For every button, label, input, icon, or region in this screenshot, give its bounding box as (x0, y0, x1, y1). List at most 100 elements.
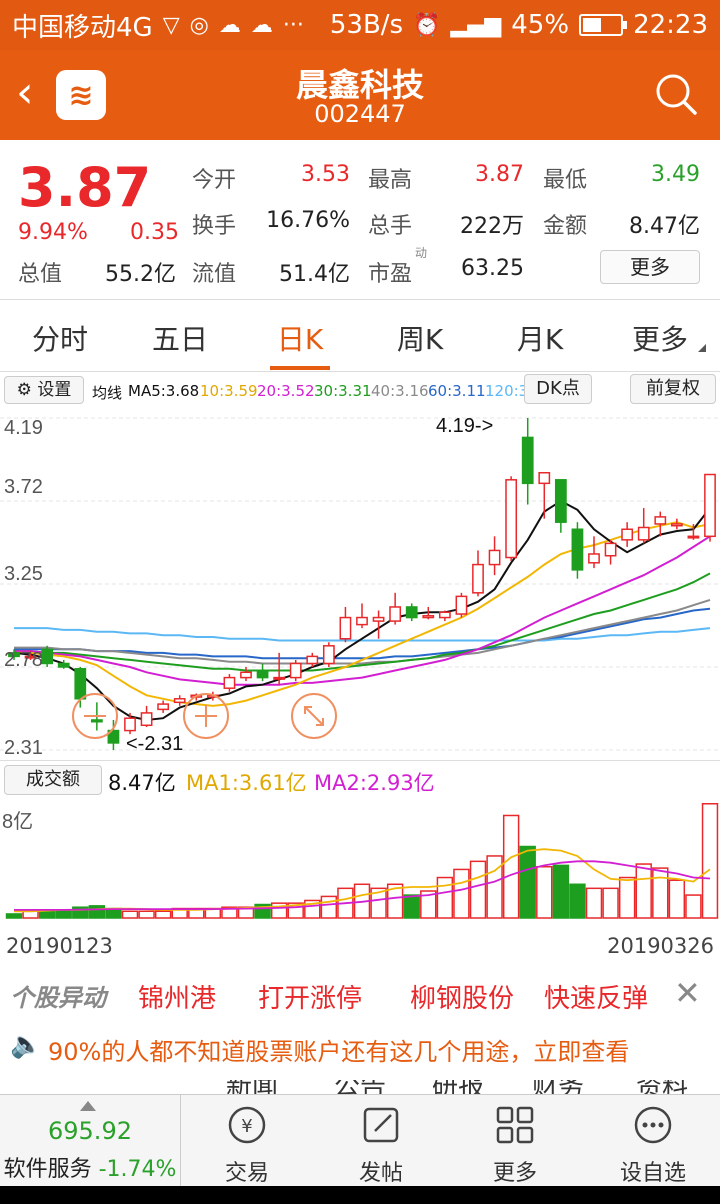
nav-more-label: 更多 (492, 1161, 537, 1186)
low-value: 3.49 (651, 162, 700, 187)
candle-body (157, 703, 170, 711)
alert-item[interactable]: 柳钢股份 (410, 978, 514, 1015)
y-tick-2: 3.72 (4, 476, 43, 498)
subtab-item[interactable]: 公告 (334, 1080, 386, 1094)
trade-icon: ¥ (228, 1106, 266, 1144)
candle-body (173, 698, 186, 704)
nav-post[interactable]: 发帖 (314, 1095, 448, 1187)
candle-body (57, 662, 70, 668)
candle-body (621, 528, 634, 541)
nav-watchlist[interactable]: 设自选 (586, 1095, 720, 1187)
tab-five-day[interactable]: 五日 (120, 318, 240, 358)
promo-text: 90%的人都不知道股票账户还有这几个用途，立即查看 (48, 1038, 630, 1066)
edit-icon (363, 1107, 399, 1143)
search-icon[interactable] (654, 72, 698, 116)
tab-more[interactable]: 更多 (600, 318, 720, 358)
ma-legend: ⚙ 设置 均线 MA5:3.68 10:3.59 20:3.52 30:3.31… (0, 372, 720, 408)
current-price: 3.87 (18, 156, 152, 219)
wechat-icon-2: ☁ (250, 12, 273, 38)
ma20-value: 20:3.52 (257, 382, 315, 400)
chart-tabs: 分时 五日 日K 周K 月K 更多 (0, 300, 720, 372)
more-button[interactable]: 更多 (600, 250, 700, 284)
nav-trade[interactable]: ¥ 交易 (180, 1095, 314, 1187)
candle-body (604, 542, 617, 557)
pe-label: 市盈 (368, 262, 413, 287)
turnover-label: 换手 (192, 214, 237, 239)
expand-up-icon[interactable] (80, 1101, 96, 1111)
subtab-item[interactable]: 财务 (532, 1080, 584, 1094)
candle-body (41, 648, 54, 665)
y-tick-4: 2.78 (4, 649, 43, 671)
adjust-button[interactable]: 前复权 (630, 374, 716, 404)
volume-bar (121, 910, 139, 919)
nav-watchlist-label: 设自选 (619, 1161, 686, 1186)
alarm-icon: ⏰ (413, 12, 441, 38)
volume-bar (436, 876, 454, 919)
signal-icon: ▂▄▆ (450, 12, 502, 38)
subtab-item[interactable]: 研报 (432, 1080, 484, 1094)
battery-icon (579, 14, 628, 36)
nav-more[interactable]: 更多 (448, 1095, 582, 1187)
shield-icon: ▽ (162, 12, 180, 38)
candle-body (372, 616, 385, 622)
dk-point-button[interactable]: DK点 (524, 374, 592, 404)
alert-item[interactable]: 锦州港 (138, 978, 216, 1015)
title-bar: ‹ ≋ 晨鑫科技 002447 (0, 50, 720, 140)
candle-body (240, 671, 252, 679)
settings-button[interactable]: ⚙ 设置 (4, 376, 84, 404)
mcap-value: 55.2亿 (105, 262, 176, 287)
volume-chart[interactable]: 8亿 (0, 798, 720, 922)
nav-trade-label: 交易 (224, 1161, 269, 1186)
settings-label: 设置 (37, 380, 72, 400)
candle-body (223, 676, 236, 689)
volume-bar (618, 876, 636, 919)
volume-bar (55, 909, 72, 919)
speaker-icon: 🔈 (10, 1030, 43, 1060)
candle-body (554, 479, 567, 523)
volume-bar (519, 845, 536, 919)
tab-active-indicator (270, 366, 330, 370)
candle-body (90, 719, 103, 723)
ma120-value: 120:3 (485, 382, 529, 400)
turnover-value: 16.76% (266, 208, 350, 233)
zoom-plus-icon[interactable] (183, 693, 229, 739)
candle-body (505, 479, 518, 559)
close-icon[interactable]: ✕ (674, 974, 701, 1012)
candle-body (289, 662, 302, 679)
tab-monthly-k[interactable]: 月K (480, 318, 600, 358)
change-amount: 0.35 (130, 220, 179, 245)
alerts-logo: 个股异动 (10, 984, 106, 1012)
zoom-in-icon[interactable] (72, 693, 118, 739)
sector-index-value[interactable]: 695.92 (0, 1117, 180, 1145)
candle-body (339, 616, 352, 640)
promo-banner[interactable]: 🔈 90%的人都不知道股票账户还有这几个用途，立即查看 (0, 1022, 720, 1072)
volume-indicator-button[interactable]: 成交额 (4, 765, 102, 795)
alert-item[interactable]: 打开涨停 (258, 978, 362, 1015)
candle-body (687, 535, 700, 539)
candle-body (670, 523, 683, 527)
network-speed: 53B/s (329, 10, 404, 40)
svg-text:¥: ¥ (241, 1116, 252, 1137)
candle-body (422, 615, 435, 619)
open-label: 今开 (192, 168, 237, 193)
subtab-item[interactable]: 资料 (636, 1080, 688, 1094)
float-value: 51.4亿 (279, 262, 350, 287)
tab-daily-k[interactable]: 日K (240, 318, 360, 358)
tab-weekly-k[interactable]: 周K (360, 318, 480, 358)
sector-index[interactable]: 软件服务 -1.74% (0, 1151, 180, 1183)
candle-body (389, 606, 402, 622)
candle-body (322, 645, 335, 665)
ma5-value: MA5:3.68 (128, 382, 200, 400)
volume-bar (536, 865, 553, 919)
ma-label: 均线 (92, 384, 123, 402)
min-marker: <-2.31 (126, 733, 183, 755)
expand-icon[interactable] (291, 693, 337, 739)
volume-bar (88, 905, 106, 919)
tab-intraday[interactable]: 分时 (0, 318, 120, 358)
alert-item[interactable]: 快速反弹 (544, 978, 648, 1015)
candlestick-chart[interactable]: 4.19 3.72 3.25 2.78 2.31 4.19-> <-2.31 (0, 408, 720, 760)
volume-bar (685, 894, 702, 919)
subtab-item[interactable]: 新闻 (226, 1080, 278, 1094)
ma30-value: 30:3.31 (314, 382, 372, 400)
volume-ma2: MA2:2.93亿 (314, 771, 435, 795)
